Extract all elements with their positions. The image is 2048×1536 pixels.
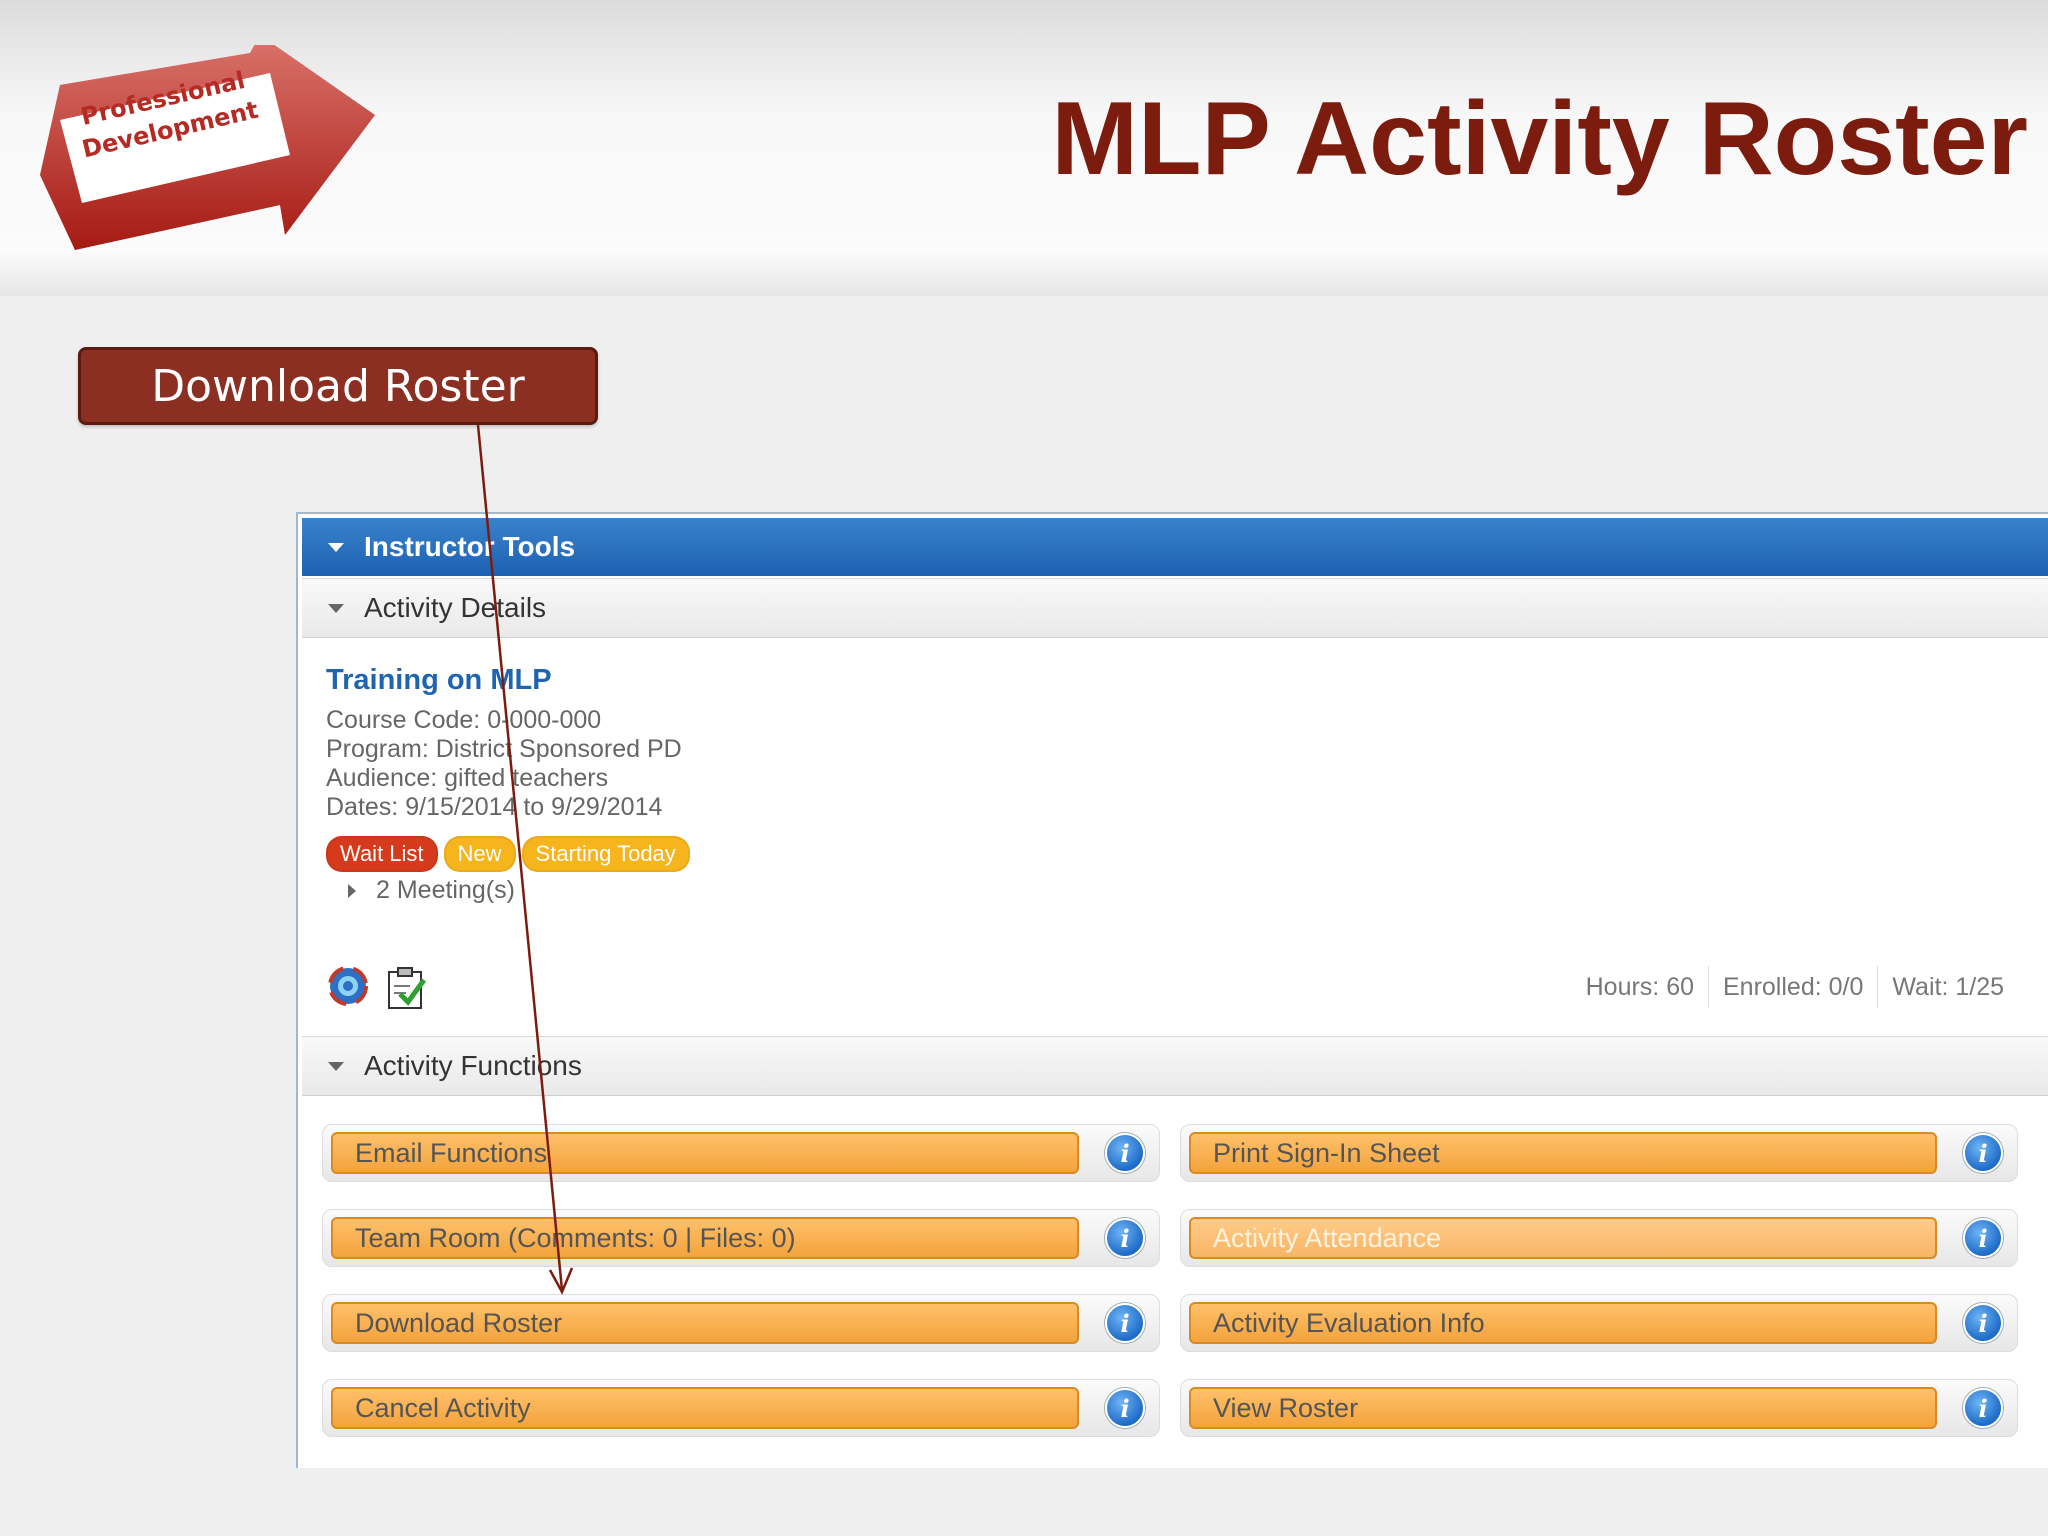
activity-details-title: Activity Details bbox=[364, 592, 547, 623]
wait-stat: Wait: 1/25 bbox=[1877, 966, 2018, 1008]
function-row: Download Roster i bbox=[322, 1294, 1160, 1352]
cancel-activity-button[interactable]: Cancel Activity bbox=[331, 1387, 1079, 1429]
function-row: Activity Evaluation Info i bbox=[1180, 1294, 2018, 1352]
course-title-link[interactable]: Training on MLP bbox=[326, 664, 552, 697]
activity-attendance-button[interactable]: Activity Attendance bbox=[1189, 1217, 1937, 1259]
new-badge: New bbox=[443, 836, 516, 872]
activity-stats: Hours: 60 Enrolled: 0/0 Wait: 1/25 bbox=[1572, 966, 2018, 1008]
slide-header: Professional Development MLP Activity Ro… bbox=[0, 0, 2048, 296]
program: Program: District Sponsored PD bbox=[326, 735, 682, 763]
expand-arrow-icon[interactable] bbox=[348, 883, 356, 898]
instructor-tools-title: Instructor Tools bbox=[364, 531, 576, 562]
print-sign-in-sheet-button[interactable]: Print Sign-In Sheet bbox=[1189, 1132, 1937, 1174]
function-row: View Roster i bbox=[1180, 1379, 2018, 1437]
page-title: MLP Activity Roster bbox=[1051, 81, 2028, 197]
meetings-label: 2 Meeting(s) bbox=[376, 876, 515, 904]
activity-evaluation-info-button[interactable]: Activity Evaluation Info bbox=[1189, 1302, 1937, 1344]
view-roster-button[interactable]: View Roster bbox=[1189, 1387, 1937, 1429]
instructor-tools-screenshot: Instructor Tools Activity Details Traini… bbox=[296, 512, 2048, 1468]
globe-icon[interactable] bbox=[328, 966, 368, 1006]
info-icon[interactable]: i bbox=[1963, 1388, 2003, 1428]
info-icon[interactable]: i bbox=[1105, 1388, 1145, 1428]
email-functions-button[interactable]: Email Functions bbox=[331, 1132, 1079, 1174]
info-icon[interactable]: i bbox=[1963, 1218, 2003, 1258]
course-code: Course Code: 0-000-000 bbox=[326, 706, 602, 734]
activity-details-header[interactable]: Activity Details bbox=[302, 578, 2048, 638]
clipboard-check-icon[interactable] bbox=[386, 966, 426, 1010]
function-row: Email Functions i bbox=[322, 1124, 1160, 1182]
download-roster-button[interactable]: Download Roster bbox=[331, 1302, 1079, 1344]
info-icon[interactable]: i bbox=[1105, 1303, 1145, 1343]
wait-list-badge: Wait List bbox=[326, 836, 438, 872]
collapse-arrow-icon[interactable] bbox=[328, 603, 344, 613]
course-details: Course Code: 0-000-000 Program: District… bbox=[326, 706, 682, 822]
hours-stat: Hours: 60 bbox=[1585, 973, 1694, 1001]
function-row: Print Sign-In Sheet i bbox=[1180, 1124, 2018, 1182]
activity-functions-header[interactable]: Activity Functions bbox=[302, 1036, 2048, 1096]
collapse-arrow-icon[interactable] bbox=[328, 542, 344, 552]
instructor-tools-header[interactable]: Instructor Tools bbox=[302, 518, 2048, 576]
function-row: Activity Attendance i bbox=[1180, 1209, 2018, 1267]
team-room-button[interactable]: Team Room (Comments: 0 | Files: 0) bbox=[331, 1217, 1079, 1259]
download-roster-callout: Download Roster bbox=[78, 347, 598, 425]
activity-functions-title: Activity Functions bbox=[364, 1050, 582, 1081]
function-row: Cancel Activity i bbox=[322, 1379, 1160, 1437]
audience: Audience: gifted teachers bbox=[326, 764, 609, 792]
meetings-toggle[interactable]: 2 Meeting(s) bbox=[348, 876, 515, 905]
info-icon[interactable]: i bbox=[1963, 1133, 2003, 1173]
collapse-arrow-icon[interactable] bbox=[328, 1061, 344, 1071]
dates: Dates: 9/15/2014 to 9/29/2014 bbox=[326, 793, 663, 821]
starting-today-badge: Starting Today bbox=[521, 836, 690, 872]
info-icon[interactable]: i bbox=[1105, 1133, 1145, 1173]
enrolled-stat: Enrolled: 0/0 bbox=[1708, 966, 1877, 1008]
info-icon[interactable]: i bbox=[1105, 1218, 1145, 1258]
info-icon[interactable]: i bbox=[1963, 1303, 2003, 1343]
function-row: Team Room (Comments: 0 | Files: 0) i bbox=[322, 1209, 1160, 1267]
status-badges: Wait List New Starting Today bbox=[326, 836, 690, 872]
